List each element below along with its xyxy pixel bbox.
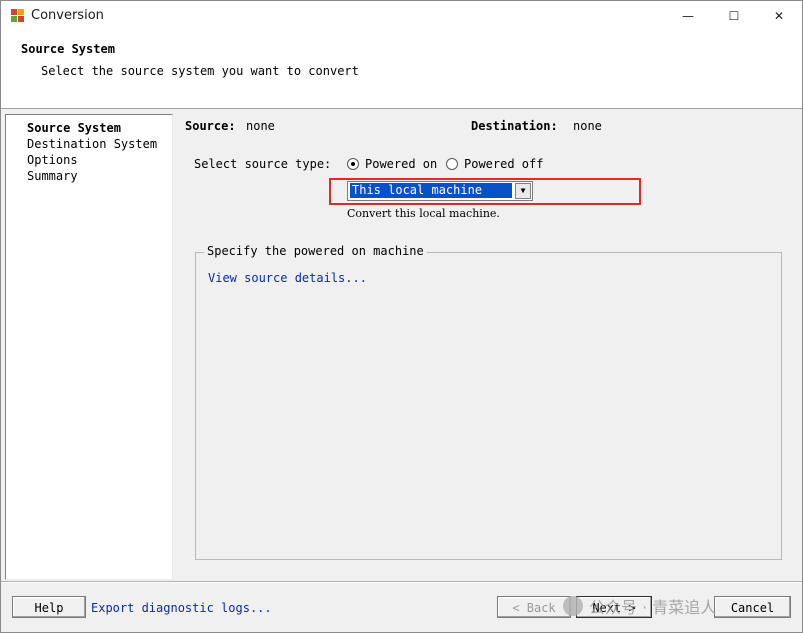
header-title: Source System [21,42,115,56]
app-icon [11,9,25,23]
radio-powered-on-label: Powered on [365,157,438,171]
group-title: Specify the powered on machine [204,244,427,258]
main-content: Source: none Destination: none Select so… [173,109,798,579]
back-button[interactable]: < Back [497,596,571,618]
destination-value: none [573,119,602,133]
watermark-text: 公众号 · 青菜追人 [589,598,717,617]
source-machine-dropdown[interactable]: This local machine ▼ [347,181,533,201]
conversion-window: Conversion — ☐ ✕ Source System Select th… [0,0,803,633]
destination-label: Destination: [471,119,558,133]
chevron-down-icon[interactable]: ▼ [515,183,531,199]
nav-item-options[interactable]: Options [27,153,78,167]
help-button[interactable]: Help [12,596,86,618]
radio-powered-off[interactable]: Powered off [446,157,543,171]
close-icon[interactable]: ✕ [756,1,802,32]
radio-unselected-icon [446,158,458,170]
source-type-label: Select source type: [194,157,332,171]
wechat-icon [563,596,583,616]
watermark: 公众号 · 青菜追人 [563,594,716,618]
wizard-header: Source System Select the source system y… [1,32,802,109]
export-diagnostic-logs-link[interactable]: Export diagnostic logs... [91,601,272,615]
nav-item-summary[interactable]: Summary [27,169,78,183]
title-bar: Conversion — ☐ ✕ [1,1,802,32]
view-source-details-link[interactable]: View source details... [208,271,367,285]
radio-powered-off-label: Powered off [464,157,544,171]
cancel-button[interactable]: Cancel [714,596,791,618]
powered-on-machine-group: Specify the powered on machine View sour… [195,244,782,560]
nav-item-destination-system[interactable]: Destination System [27,137,157,151]
radio-powered-on[interactable]: Powered on [347,157,437,171]
header-subtitle: Select the source system you want to con… [41,64,359,78]
maximize-icon[interactable]: ☐ [711,1,757,32]
source-value: none [246,119,275,133]
radio-selected-icon [347,158,359,170]
wizard-steps-nav: Source System Destination System Options… [5,114,173,580]
footer-divider [1,581,802,583]
dropdown-selected-value: This local machine [350,183,512,198]
source-type-description: Convert this local machine. [347,207,500,220]
window-title: Conversion [31,8,104,23]
nav-item-source-system[interactable]: Source System [27,121,121,135]
source-label: Source: [185,119,236,133]
minimize-icon[interactable]: — [665,1,711,32]
